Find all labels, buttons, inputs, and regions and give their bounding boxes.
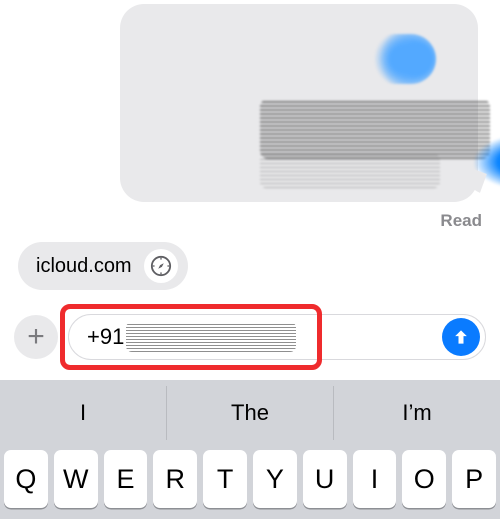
- suggestion[interactable]: I: [0, 386, 166, 440]
- key-row: Q W E R T Y U I O P: [0, 440, 500, 508]
- key-q[interactable]: Q: [4, 450, 48, 508]
- safari-compass-icon: [144, 249, 178, 283]
- arrow-up-icon: [451, 327, 471, 347]
- suggestion[interactable]: I’m: [333, 386, 500, 440]
- read-receipt: Read: [440, 211, 482, 231]
- key-p[interactable]: P: [452, 450, 496, 508]
- suggestion-bar: I The I’m: [0, 386, 500, 440]
- message-input[interactable]: [68, 314, 486, 360]
- message-field-wrap: [68, 314, 486, 360]
- key-w[interactable]: W: [54, 450, 98, 508]
- keyboard: I The I’m Q W E R T Y U I O P: [0, 380, 500, 519]
- key-o[interactable]: O: [402, 450, 446, 508]
- suggestion[interactable]: The: [166, 386, 333, 440]
- composer-row: +: [0, 304, 500, 370]
- send-button[interactable]: [442, 318, 480, 356]
- link-domain-label: icloud.com: [36, 255, 132, 278]
- key-u[interactable]: U: [303, 450, 347, 508]
- redacted-content: [370, 34, 436, 84]
- key-y[interactable]: Y: [253, 450, 297, 508]
- key-e[interactable]: E: [104, 450, 148, 508]
- received-message-bubble[interactable]: [120, 4, 478, 202]
- redacted-content: [260, 99, 490, 159]
- add-attachment-button[interactable]: +: [14, 315, 58, 359]
- link-preview-pill[interactable]: icloud.com: [18, 242, 188, 290]
- key-t[interactable]: T: [203, 450, 247, 508]
- redacted-content: [260, 154, 440, 188]
- key-r[interactable]: R: [153, 450, 197, 508]
- key-i[interactable]: I: [353, 450, 397, 508]
